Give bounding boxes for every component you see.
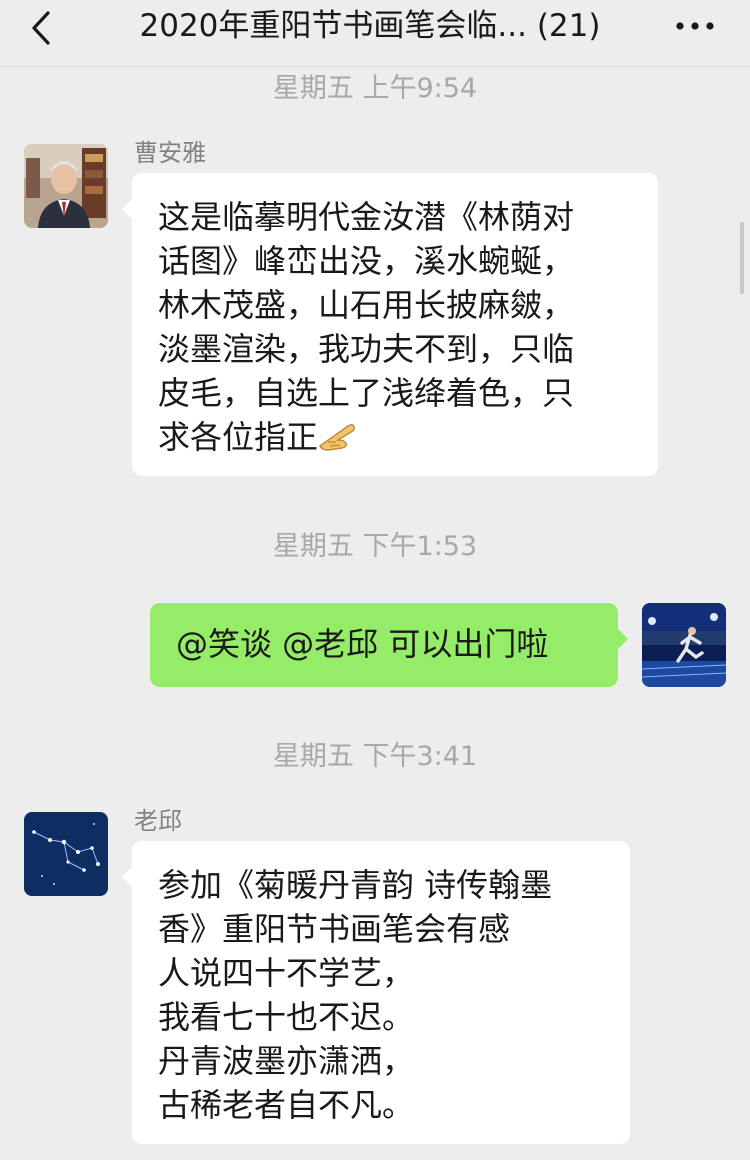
sender-name: 老邱 (134, 807, 182, 835)
person-photo-avatar (24, 144, 108, 228)
avatar[interactable] (24, 812, 108, 896)
message-line: 香》重阳节书画笔会有感 (158, 910, 511, 948)
avatar-self[interactable] (642, 603, 726, 687)
message-text: @笑谈 @老邱 可以出门啦 (176, 625, 549, 663)
message-line: 林木茂盛，山石用长披麻皴， (158, 286, 575, 324)
message-bubble-self[interactable]: @笑谈 @老邱 可以出门啦 (150, 603, 628, 687)
message-line-last: 求各位指正 (158, 415, 636, 463)
message-line: 淡墨渲染，我功夫不到，只临 (158, 330, 575, 368)
message-bubble[interactable]: 这是临摹明代金汝潜《林荫对 话图》峰峦出没，溪水蜿蜒， 林木茂盛，山石用长披麻皴… (122, 173, 658, 476)
message-text: 求各位指正 (158, 418, 319, 456)
message-line: 这是临摹明代金汝潜《林荫对 (158, 198, 575, 236)
message-line: 参加《菊暖丹青韵 诗传翰墨 (158, 866, 553, 904)
timestamp: 星期五 下午3:41 (272, 741, 478, 772)
message-bubble[interactable]: 参加《菊暖丹青韵 诗传翰墨 香》重阳节书画笔会有感 人说四十不学艺， 我看七十也… (122, 841, 630, 1144)
message-line: 皮毛，自选上了浅绛着色，只 (158, 374, 575, 412)
timestamp: 星期五 上午9:54 (272, 73, 478, 104)
runner-stadium-avatar (642, 603, 726, 687)
more-dots-icon (676, 22, 714, 30)
more-button[interactable] (668, 6, 724, 46)
sender-name: 曹安雅 (134, 139, 206, 167)
avatar[interactable] (24, 144, 108, 228)
chat-header: 2020年重阳节书画笔会临... (21) (0, 0, 750, 67)
constellation-avatar (24, 812, 108, 896)
chevron-left-icon (32, 11, 50, 45)
message-line: 我看七十也不迟。 (158, 998, 415, 1036)
message-line: 古稀老者自不凡。 (158, 1086, 415, 1124)
back-button[interactable] (22, 8, 68, 54)
message-line: 丹青波墨亦潇洒， (158, 1042, 415, 1080)
message-line: 人说四十不学艺， (158, 954, 415, 992)
scrollbar[interactable] (740, 222, 744, 294)
chat-title: 2020年重阳节书画笔会临... (21) (139, 8, 601, 44)
timestamp: 星期五 下午1:53 (272, 531, 478, 562)
pointing-hand-emoji (318, 419, 356, 463)
message-line: 话图》峰峦出没，溪水蜿蜒， (158, 242, 575, 280)
